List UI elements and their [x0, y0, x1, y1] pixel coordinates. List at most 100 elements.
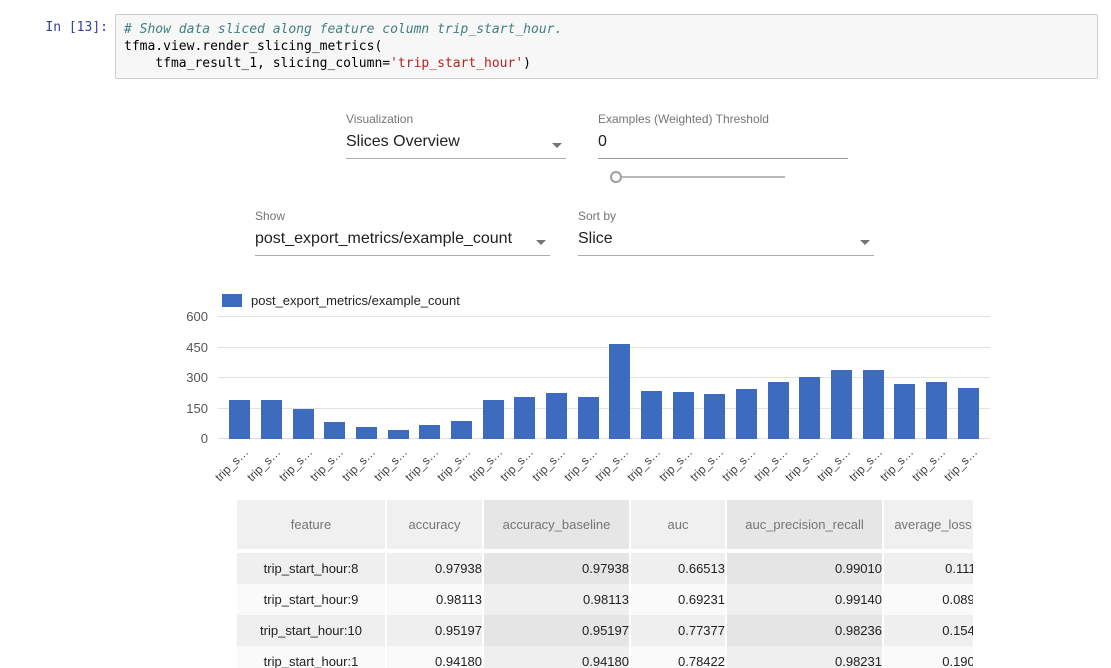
bar-12[interactable] [609, 344, 630, 439]
bar-16[interactable] [736, 389, 757, 439]
chevron-down-icon [860, 240, 870, 245]
gridline [218, 347, 990, 348]
metric-cell: 0.66513 [631, 553, 727, 584]
metric-cell: 0.78422 [631, 646, 727, 668]
bar-22[interactable] [926, 382, 947, 439]
bar-11[interactable] [578, 397, 599, 439]
metric-cell: 0.98113 [387, 584, 484, 615]
table-row[interactable]: trip_start_hour:90.981130.981130.692310.… [237, 584, 973, 615]
bar-18[interactable] [799, 377, 820, 439]
feature-cell: trip_start_hour:10 [237, 615, 387, 646]
code-line-2: tfma.view.render_slicing_metrics( [124, 39, 382, 54]
metric-cell: 0.99010 [727, 553, 884, 584]
show-label: Show [255, 209, 550, 223]
legend-label: post_export_metrics/example_count [251, 293, 460, 308]
code-editor[interactable]: # Show data sliced along feature column … [115, 14, 1098, 79]
code-comment: # Show data sliced along feature column … [124, 22, 562, 37]
metric-cell: 0.94180 [484, 646, 631, 668]
sort-by-label: Sort by [578, 209, 874, 223]
bar-4[interactable] [356, 427, 377, 439]
code-string: 'trip_start_hour' [390, 56, 523, 71]
threshold-control: Examples (Weighted) Threshold [598, 112, 848, 159]
metric-cell: 0.98236 [727, 615, 884, 646]
sort-by-value: Slice [578, 230, 613, 247]
bar-14[interactable] [673, 392, 694, 439]
threshold-slider[interactable] [610, 171, 785, 183]
metric-cell: 0.69231 [631, 584, 727, 615]
chart-legend: post_export_metrics/example_count [222, 293, 460, 308]
column-header-feature: feature [237, 500, 387, 553]
metrics-table: featureaccuracyaccuracy_baselineaucauc_p… [237, 500, 973, 668]
chart-plot: 0150300450600trip_s…trip_s…trip_s…trip_s… [218, 317, 990, 439]
chevron-down-icon [536, 240, 546, 245]
visualization-value: Slices Overview [346, 133, 460, 150]
metric-cell: 0.97938 [484, 553, 631, 584]
show-metric-dropdown[interactable]: Show post_export_metrics/example_count [255, 209, 550, 256]
bar-20[interactable] [863, 370, 884, 439]
bar-8[interactable] [483, 400, 504, 439]
metric-cell: 0.77377 [631, 615, 727, 646]
table-row[interactable]: trip_start_hour:100.951970.951970.773770… [237, 615, 973, 646]
table-row[interactable]: trip_start_hour:10.941800.941800.784220.… [237, 646, 973, 668]
metric-cell: 0.98231 [727, 646, 884, 668]
cell-prompt: In [13]: [0, 14, 108, 79]
bar-21[interactable] [894, 384, 915, 439]
y-axis-tick-label: 300 [168, 370, 208, 386]
threshold-label: Examples (Weighted) Threshold [598, 112, 848, 126]
metric-cell: 0.1111 [884, 553, 973, 584]
bar-13[interactable] [641, 391, 662, 439]
code-content: # Show data sliced along feature column … [124, 21, 1089, 72]
metric-cell: 0.1901 [884, 646, 973, 668]
notebook-page: In [13]: # Show data sliced along featur… [0, 0, 1111, 668]
bar-9[interactable] [514, 397, 535, 439]
bar-3[interactable] [324, 422, 345, 439]
bar-23[interactable] [958, 388, 979, 439]
bar-6[interactable] [419, 425, 440, 439]
bar-5[interactable] [388, 430, 409, 439]
metric-cell: 0.95197 [484, 615, 631, 646]
code-line-3: tfma_result_1, slicing_column= [124, 56, 390, 71]
metric-cell: 0.95197 [387, 615, 484, 646]
bar-17[interactable] [768, 382, 789, 439]
bar-10[interactable] [546, 393, 567, 439]
metric-cell: 0.99140 [727, 584, 884, 615]
bar-2[interactable] [293, 409, 314, 440]
bar-0[interactable] [229, 400, 250, 439]
bar-1[interactable] [261, 400, 282, 439]
bar-7[interactable] [451, 421, 472, 439]
visualization-label: Visualization [346, 112, 566, 126]
jupyter-cell: In [13]: # Show data sliced along featur… [0, 14, 1098, 79]
bar-19[interactable] [831, 370, 852, 439]
y-axis-tick-label: 150 [168, 401, 208, 417]
feature-cell: trip_start_hour:1 [237, 646, 387, 668]
column-header-accuracy_baseline: accuracy_baseline [484, 500, 631, 553]
threshold-input[interactable] [598, 133, 848, 159]
slider-track[interactable] [616, 176, 785, 178]
gridline [218, 316, 990, 317]
column-header-auc_precision_recall: auc_precision_recall [727, 500, 884, 553]
feature-cell: trip_start_hour:9 [237, 584, 387, 615]
bar-15[interactable] [704, 394, 725, 439]
y-axis-tick-label: 450 [168, 340, 208, 356]
metric-cell: 0.97938 [387, 553, 484, 584]
y-axis-tick-label: 0 [168, 431, 208, 447]
slider-handle[interactable] [610, 171, 622, 183]
sort-by-dropdown[interactable]: Sort by Slice [578, 209, 874, 256]
show-value: post_export_metrics/example_count [255, 230, 512, 247]
chevron-down-icon [552, 143, 562, 148]
column-header-auc: auc [631, 500, 727, 553]
metric-cell: 0.98113 [484, 584, 631, 615]
legend-swatch [222, 294, 242, 307]
feature-cell: trip_start_hour:8 [237, 553, 387, 584]
metric-cell: 0.94180 [387, 646, 484, 668]
code-line-3-close: ) [523, 56, 531, 71]
table-header-row: featureaccuracyaccuracy_baselineaucauc_p… [237, 500, 973, 553]
metric-cell: 0.0892 [884, 584, 973, 615]
column-header-accuracy: accuracy [387, 500, 484, 553]
visualization-dropdown[interactable]: Visualization Slices Overview [346, 112, 566, 159]
column-header-average_loss: average_loss [884, 500, 973, 553]
metrics-table-container: featureaccuracyaccuracy_baselineaucauc_p… [237, 500, 973, 668]
metric-cell: 0.1541 [884, 615, 973, 646]
table-row[interactable]: trip_start_hour:80.979380.979380.665130.… [237, 553, 973, 584]
y-axis-tick-label: 600 [168, 309, 208, 325]
